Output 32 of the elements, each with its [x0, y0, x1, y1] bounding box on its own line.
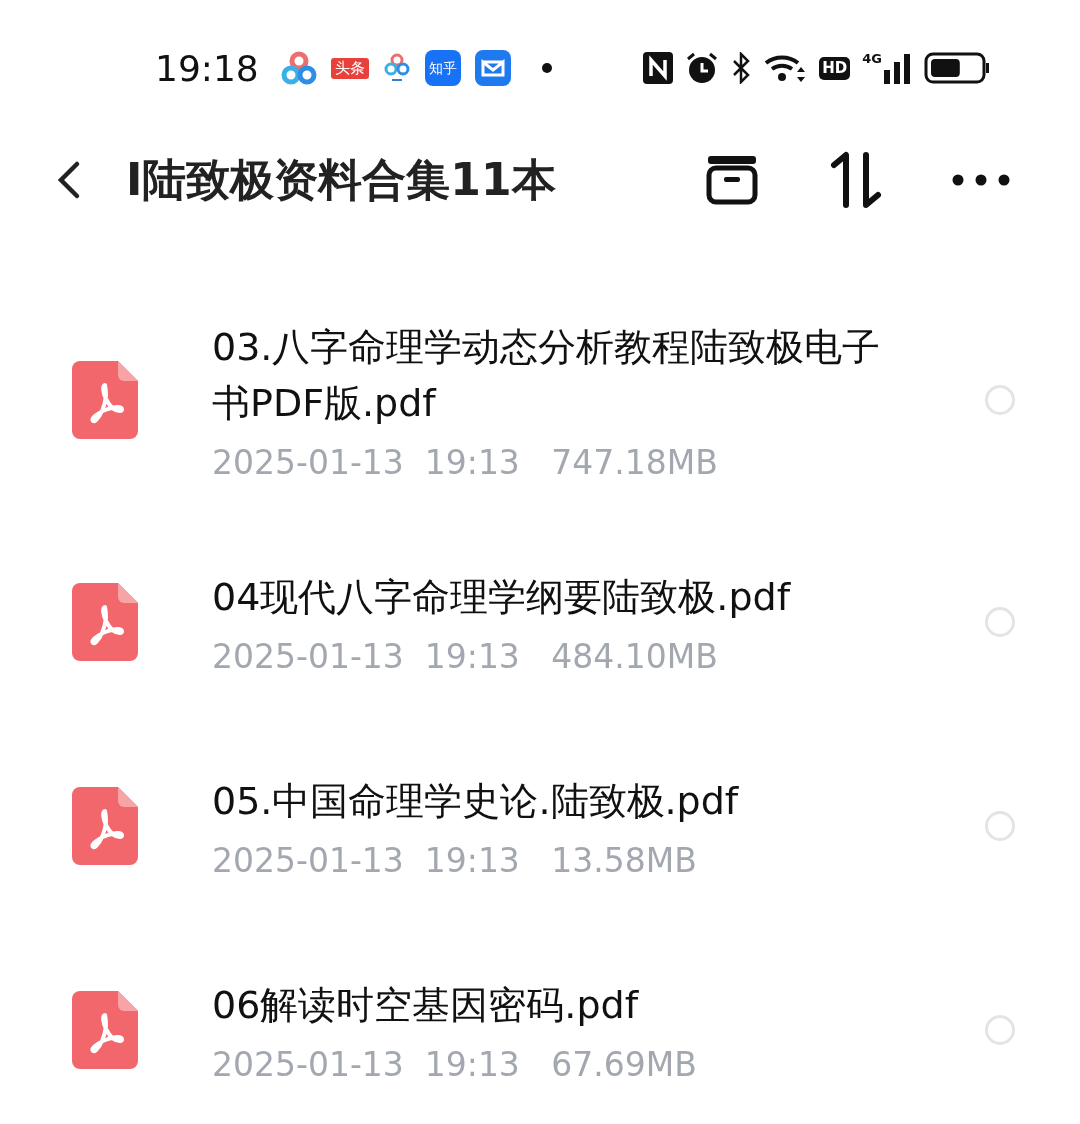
pdf-file-icon: [72, 583, 138, 661]
hd-badge: HD: [819, 56, 851, 80]
file-name[interactable]: 03.八字命理学动态分析教程陆致极电子书PDF版.pdf: [212, 318, 892, 431]
file-name[interactable]: 06解读时空基因密码.pdf: [212, 976, 892, 1033]
pdf-file-icon: [72, 787, 138, 865]
folder-title: I陆致极资料合集11本: [126, 152, 556, 207]
more-notifications-icon: [540, 62, 553, 74]
select-radio[interactable]: [985, 607, 1015, 637]
cloud-app-icon: [280, 50, 317, 86]
pdf-file-icon: [72, 361, 138, 439]
app-badge: 知乎: [424, 50, 461, 86]
pdf-file-icon: [72, 991, 138, 1069]
sort-icon[interactable]: [830, 151, 882, 209]
select-radio[interactable]: [985, 385, 1015, 415]
cloud-app-icon: [382, 53, 411, 83]
app-badge: 头条: [330, 57, 369, 79]
select-radio[interactable]: [985, 811, 1015, 841]
more-icon[interactable]: [952, 174, 1010, 186]
bluetooth-icon: [731, 52, 752, 84]
file-name[interactable]: 05.中国命理学史论.陆致极.pdf: [212, 772, 892, 829]
file-details: 2025-01-13 19:13 13.58MB: [212, 840, 698, 880]
file-details: 2025-01-13 19:13 67.69MB: [212, 1044, 698, 1084]
battery-icon: [924, 52, 990, 84]
file-details: 2025-01-13 19:13 747.18MB: [212, 442, 719, 482]
mail-app-icon: [474, 50, 511, 86]
back-icon[interactable]: [55, 160, 81, 200]
select-radio[interactable]: [985, 1015, 1015, 1045]
file-name[interactable]: 04现代八字命理学纲要陆致极.pdf: [212, 568, 892, 625]
file-details: 2025-01-13 19:13 484.10MB: [212, 636, 719, 676]
alarm-icon: [685, 51, 720, 85]
clock-time: 19:18: [155, 47, 259, 89]
nfc-icon: [643, 52, 674, 84]
